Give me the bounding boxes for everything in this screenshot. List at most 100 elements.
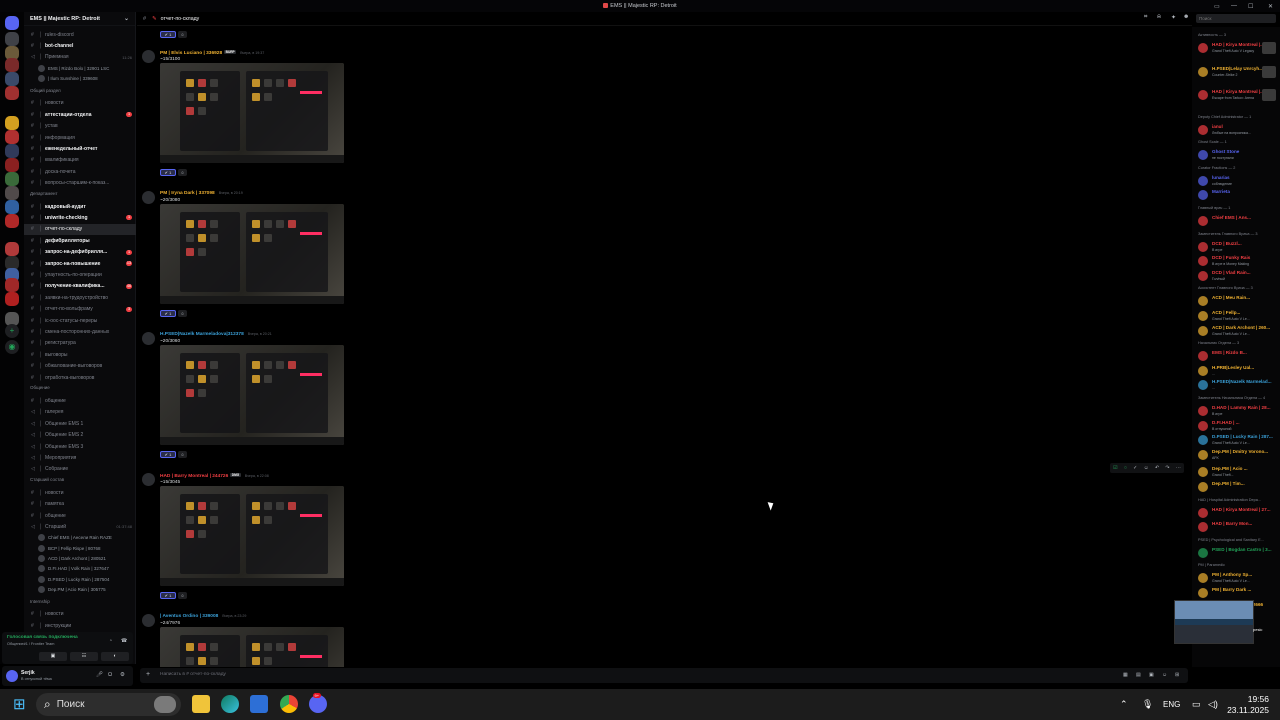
author-name[interactable]: H.PSED|Nazelk Marmeladovа|312378	[160, 332, 244, 337]
forward-icon[interactable]: ↷	[1165, 465, 1169, 471]
member-item[interactable]: H.PSED|Nazelk Marmelad......	[1196, 378, 1278, 392]
apps-icon[interactable]: ⊞	[1175, 672, 1179, 678]
reaction-checkmark[interactable]: ✔ 1	[160, 592, 176, 599]
category-header[interactable]: Общий раздел	[30, 88, 61, 93]
member-item[interactable]: H.PRB|Lesley Ual......	[1196, 364, 1278, 378]
language-indicator[interactable]: ENG	[1163, 700, 1180, 709]
member-item[interactable]: DCD | Funky Rais В игре в Money Making	[1196, 254, 1278, 268]
channel-item[interactable]: # │ новости	[24, 487, 136, 498]
member-item[interactable]: ACD | Dark Archont | 260... Grand Theft A…	[1196, 324, 1278, 338]
channel-item[interactable]: ◁ │ Общение EMS 1	[24, 418, 136, 429]
channel-item[interactable]: ◁ │ Мероприятия	[24, 452, 136, 463]
avatar[interactable]	[142, 614, 155, 627]
reply-icon[interactable]: ↶	[1155, 465, 1159, 471]
member-item[interactable]: PM | Barry Dark ...	[1196, 586, 1278, 600]
server-icon[interactable]	[5, 158, 19, 172]
message-author[interactable]: PM | Elvis Luciano | 336928 BURP Вчера, в …	[160, 50, 264, 56]
voice-user[interactable]: EMS | Rizdo Bolo | 32901 LSC	[38, 63, 109, 73]
clock-date[interactable]: 23.11.2025	[1225, 705, 1269, 715]
avatar[interactable]	[6, 670, 18, 682]
reaction-checkmark[interactable]: ✔ 1	[160, 169, 176, 176]
member-item[interactable]: Chief EMS | Ans...	[1196, 214, 1278, 228]
attach-plus-icon[interactable]: +	[146, 671, 150, 678]
category-header[interactable]: Internship	[30, 599, 50, 604]
server-icon[interactable]	[5, 200, 19, 214]
channel-item[interactable]: # │ регистратура	[24, 338, 136, 349]
channel-item[interactable]: # │ доска-почета	[24, 166, 136, 177]
voice-user[interactable]: Chief EMS | Aнсели Rain RAZE	[38, 533, 112, 543]
server-icon[interactable]	[5, 144, 19, 158]
server-icon[interactable]	[5, 86, 19, 100]
voice-user[interactable]: D.FI.HAD | Vоlk Rаin | 327647	[38, 564, 109, 574]
channel-item[interactable]: # │ отработка-выговоров	[24, 372, 136, 383]
server-icon[interactable]	[5, 32, 19, 46]
chevron-down-icon[interactable]: ⌄	[124, 15, 129, 22]
channel-item[interactable]: # │ кадровый-аудит	[24, 201, 136, 212]
search-input[interactable]	[1196, 14, 1276, 23]
add-server-icon[interactable]: +	[5, 324, 19, 338]
activities-button[interactable]: ◐	[101, 652, 129, 661]
check-reaction-icon[interactable]: ✓	[1133, 465, 1137, 471]
member-item[interactable]: D.FI.HAD | ... В отпускной	[1196, 419, 1278, 433]
author-name[interactable]: HAD | Barry Montreal | 244726	[160, 474, 228, 479]
channel-item[interactable]: # │ bot-channel	[24, 40, 136, 51]
pin-icon[interactable]: ✦	[1171, 14, 1176, 21]
channel-item[interactable]: # │ заявки-на-трудоустройство	[24, 292, 136, 303]
channel-item[interactable]: ◁ │ Приемная 11:26	[24, 52, 136, 63]
edge-browser-icon[interactable]	[221, 695, 239, 713]
member-item[interactable]: HAD | Kirya Montreal |... Escape from Tar…	[1196, 88, 1278, 102]
stream-preview[interactable]	[1174, 600, 1254, 644]
avatar[interactable]	[142, 332, 155, 345]
maximize-button[interactable]: ☐	[1248, 0, 1253, 12]
channel-item[interactable]: # │ еженедельный-отчет	[24, 143, 136, 154]
message-image-attachment[interactable]	[160, 345, 344, 445]
member-item[interactable]: HAD | Kirya Montreal |... Grand Theft Aut…	[1196, 41, 1278, 55]
minimize-button[interactable]: —	[1231, 0, 1237, 12]
sticker-icon[interactable]: ▣	[1149, 672, 1154, 678]
member-item[interactable]: Marriеta	[1196, 188, 1278, 202]
member-item[interactable]: Dep.PM | Dmitry Vorono... AFK	[1196, 448, 1278, 462]
reaction-checkmark[interactable]: ✔ 1	[160, 310, 176, 317]
add-reaction-icon[interactable]: ☺	[178, 310, 187, 317]
mute-bell-icon[interactable]: ⍾	[1157, 14, 1161, 21]
screen-share-button[interactable]: ☷	[70, 652, 98, 661]
voice-user[interactable]: Dep.PM | Acio Rain | 305775	[38, 584, 106, 594]
server-icon[interactable]	[5, 72, 19, 86]
voice-user[interactable]: ACD | Dark Archont | 280521	[38, 553, 106, 563]
direct-messages-icon[interactable]	[5, 16, 19, 30]
channel-item[interactable]: # │ смена-посторонних-данных	[24, 326, 136, 337]
category-header[interactable]: Старший состав	[30, 477, 64, 482]
channel-item[interactable]: # │ обжалование-выговоров	[24, 361, 136, 372]
channel-item[interactable]: # │ памятка	[24, 499, 136, 510]
message-image-attachment[interactable]	[160, 63, 344, 163]
voice-user[interactable]: D.PSED | Lucky Rain | 287504	[38, 574, 109, 584]
member-item[interactable]: Ghost Stone не поступали	[1196, 148, 1278, 162]
server-header[interactable]: EMS || Majestic RP: Detroit ⌄	[24, 12, 135, 26]
checkmark-reaction-icon[interactable]: ☑	[1113, 465, 1117, 471]
volume-icon[interactable]: ◁)	[1208, 699, 1218, 710]
composer-placeholder[interactable]: Написать в # отчет-по-складу	[160, 672, 226, 677]
channel-item[interactable]: # │ общение	[24, 395, 136, 406]
monitor-icon[interactable]: ▭	[1192, 699, 1201, 710]
more-options-icon[interactable]: ⋯	[1176, 465, 1181, 471]
channel-item[interactable]: # │ квалификация	[24, 155, 136, 166]
reaction-checkmark[interactable]: ✔ 1	[160, 451, 176, 458]
member-item[interactable]: Dep.PM | Acio ... Grand Theft...	[1196, 465, 1278, 479]
member-item[interactable]: Dep.PM | Tim...	[1196, 480, 1278, 494]
server-icon[interactable]	[5, 172, 19, 186]
member-item[interactable]: ACD | Fellp... Grand Theft Auto V Le...	[1196, 309, 1278, 323]
add-reaction-icon[interactable]: ☺	[1144, 465, 1149, 471]
member-item[interactable]: DCD | Vlad Rain... Гол/ный	[1196, 269, 1278, 283]
server-icon[interactable]	[5, 116, 19, 130]
channel-item[interactable]: # │ rules-discord	[24, 29, 136, 40]
add-reaction-icon[interactable]: ☺	[178, 451, 187, 458]
member-item[interactable]: ACD | Mеu Rain...	[1196, 294, 1278, 308]
channel-item[interactable]: # │ инструкции	[24, 620, 136, 631]
inbox-icon[interactable]: ▭	[1214, 0, 1220, 12]
close-button[interactable]: ✕	[1268, 0, 1273, 12]
member-item[interactable]: EMS | Rizdo B...	[1196, 349, 1278, 363]
channel-item[interactable]: # │ отчет-по-вольфраму 3	[24, 304, 136, 315]
member-item[interactable]: H.PSED|Lelay Unrcyh... Counter-Strike 2	[1196, 65, 1278, 79]
server-icon[interactable]	[5, 278, 19, 292]
channel-item[interactable]: # │ общение	[24, 510, 136, 521]
